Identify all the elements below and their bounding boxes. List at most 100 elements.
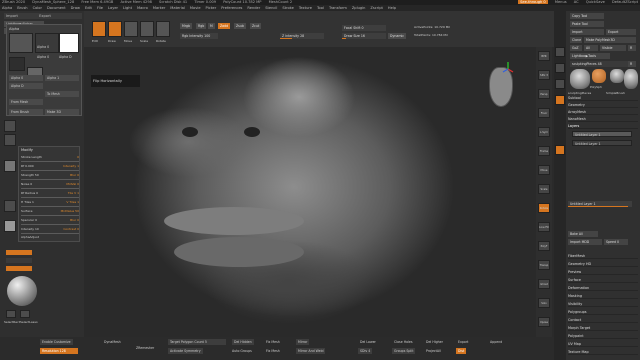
menu-zscript[interactable]: Zscript (370, 6, 382, 10)
tray-button[interactable] (555, 95, 565, 105)
menu-texture[interactable]: Texture (299, 6, 312, 10)
secondary-color-swatch[interactable] (6, 258, 32, 263)
menu-preferences[interactable]: Preferences (221, 6, 242, 10)
speed-slider[interactable]: Speed 0 (604, 239, 628, 245)
mirror-button[interactable]: Mirror (296, 339, 310, 345)
select-lasso-icon[interactable] (20, 310, 30, 318)
menu-macro[interactable]: Macro (137, 6, 148, 10)
palette-section-surface[interactable]: Surface (568, 277, 638, 283)
alpha-adjust-button[interactable]: AlphaAdjust (21, 235, 79, 240)
alpha-thumbnail[interactable] (35, 33, 59, 53)
modify-slider-row[interactable]: Surface MidValue 50 (21, 209, 79, 214)
palette-section-uv-map[interactable]: UV Map (568, 341, 638, 347)
enable-customize-button[interactable]: Enable Customize (40, 339, 73, 345)
tray-button[interactable] (555, 145, 565, 155)
alpha-button[interactable]: Alpha D (9, 83, 43, 89)
project-all-button[interactable]: ProjectAll (424, 348, 443, 354)
alpha-thumbnail[interactable] (9, 57, 25, 71)
all-button[interactable]: All (584, 45, 598, 51)
focal-shift-slider[interactable]: Focal Shift 0 (342, 25, 386, 31)
material-sphere-preview[interactable] (7, 276, 37, 306)
menu-transform[interactable]: Transform (329, 6, 347, 10)
tray-button[interactable] (555, 47, 565, 57)
palette-section-polygroups[interactable]: Polygroups (568, 309, 638, 315)
viewport-button-frame[interactable]: Frame (538, 146, 550, 156)
menu-render[interactable]: Render (247, 6, 260, 10)
scale-mode-button[interactable] (140, 21, 154, 37)
palette-section-geometry[interactable]: Geometry (568, 102, 638, 108)
menu-stencil[interactable]: Stencil (265, 6, 277, 10)
alpha-thumbnail[interactable] (9, 33, 33, 53)
palette-section-polypaint[interactable]: Polypaint (568, 333, 638, 339)
menu-zplugin[interactable]: Zplugin (352, 6, 366, 10)
menu-alpha[interactable]: Alpha (2, 6, 12, 10)
del-hidden-button[interactable]: Del Hidden (232, 339, 254, 345)
import-button[interactable]: Import (570, 29, 604, 35)
export-button[interactable]: Export (39, 14, 51, 18)
r-button[interactable]: R (628, 45, 636, 51)
tool-thumbnail[interactable] (570, 69, 590, 89)
rgb-toggle[interactable]: Rgb (196, 23, 207, 29)
menu-layer[interactable]: Layer (108, 6, 118, 10)
default-script[interactable]: DefaultZScript (612, 0, 638, 4)
modify-slider-row[interactable]: Specular 0 Blur 0 (21, 218, 79, 223)
menu-stroke[interactable]: Stroke (282, 6, 293, 10)
mrgb-toggle[interactable]: Mrgb (180, 23, 193, 29)
canvas-viewport[interactable]: Flip Horizontally (84, 47, 536, 337)
dynamesh-button[interactable]: DynaMesh (102, 339, 123, 345)
visible-button[interactable]: Visible (600, 45, 626, 51)
lightbox-tools-button[interactable]: Lightbox▶Tools (570, 53, 610, 59)
palette-section-layers[interactable]: Layers (568, 123, 638, 129)
fix-mesh-label[interactable]: Fix Mesh (264, 348, 282, 354)
palette-section-preview[interactable]: Preview (568, 269, 638, 275)
alpha-thumbnail[interactable] (59, 33, 79, 53)
mirror-and-weld-button[interactable]: Mirror And Weld (296, 348, 326, 354)
tray-button[interactable] (555, 63, 565, 73)
alpha-tile[interactable] (4, 160, 16, 172)
modify-slider-row[interactable]: Rf Radius 0 Tile V 1 (21, 191, 79, 196)
viewport-button-move[interactable]: Move (538, 165, 550, 175)
draw-mode-button[interactable] (108, 21, 122, 37)
menu-picker[interactable]: Picker (206, 6, 217, 10)
brush-tile[interactable] (4, 120, 16, 132)
make-polymesh-button[interactable]: Make PolyMesh3D (584, 37, 636, 43)
rotate-mode-button[interactable] (156, 21, 170, 37)
viewport-button-floor[interactable]: Floor (538, 108, 550, 118)
viewport-button-rotate[interactable]: Rotate (538, 203, 550, 213)
material-tile[interactable] (4, 220, 16, 232)
modify-slider-row[interactable]: Noise 0 MidVal 0 (21, 182, 79, 187)
viewport-button-solo[interactable]: Solo (538, 298, 550, 308)
menu-help[interactable]: Help (388, 6, 396, 10)
modify-slider-row[interactable]: Stroke Length 0 (21, 155, 79, 160)
dist-slider[interactable]: Dist (456, 348, 467, 354)
modify-slider-row[interactable]: H Tiles 1 V Tiles 1 (21, 200, 79, 205)
viewport-button-line-fill[interactable]: Line Fill (538, 222, 550, 232)
menu-tool[interactable]: Tool (317, 6, 324, 10)
palette-section-subtool[interactable]: Subtool (568, 95, 638, 101)
del-lower-button[interactable]: Del Lower (358, 339, 378, 345)
tool-thumbnail[interactable] (610, 69, 624, 83)
menu-light[interactable]: Light (123, 6, 132, 10)
del-higher-button[interactable]: Del Higher (424, 339, 445, 345)
import-mdd-button[interactable]: Import MDD (568, 239, 602, 245)
menu-file[interactable]: File (97, 6, 103, 10)
menu-draw[interactable]: Draw (71, 6, 80, 10)
layer-row[interactable]: Untitled Layer 1 (572, 140, 632, 146)
menu-marker[interactable]: Marker (153, 6, 165, 10)
append-button[interactable]: Append (488, 339, 504, 345)
modify-slider-row[interactable]: Strength 50 Blur 0 (21, 173, 79, 178)
resolution-slider[interactable]: Resolution 128 (40, 348, 78, 354)
z-intensity-slider[interactable]: Z Intensity 28 (280, 33, 324, 39)
axis-gizmo-icon[interactable] (502, 61, 514, 75)
ac-button[interactable]: AC (574, 0, 579, 4)
palette-section-contact[interactable]: Contact (568, 317, 638, 323)
zadd-toggle[interactable]: Zadd (218, 23, 231, 29)
see-through-slider[interactable]: See-through 0 (518, 0, 548, 4)
viewport-button-scale[interactable]: Scale (538, 184, 550, 194)
import-button[interactable]: Import (6, 14, 18, 18)
palette-section-arraymesh[interactable]: ArrayMesh (568, 109, 638, 115)
layer-intensity-slider[interactable]: Untitled Layer 1 (568, 201, 632, 207)
menu-document[interactable]: Document (47, 6, 66, 10)
close-holes-button[interactable]: Close Holes (392, 339, 415, 345)
menu-color[interactable]: Color (33, 6, 42, 10)
